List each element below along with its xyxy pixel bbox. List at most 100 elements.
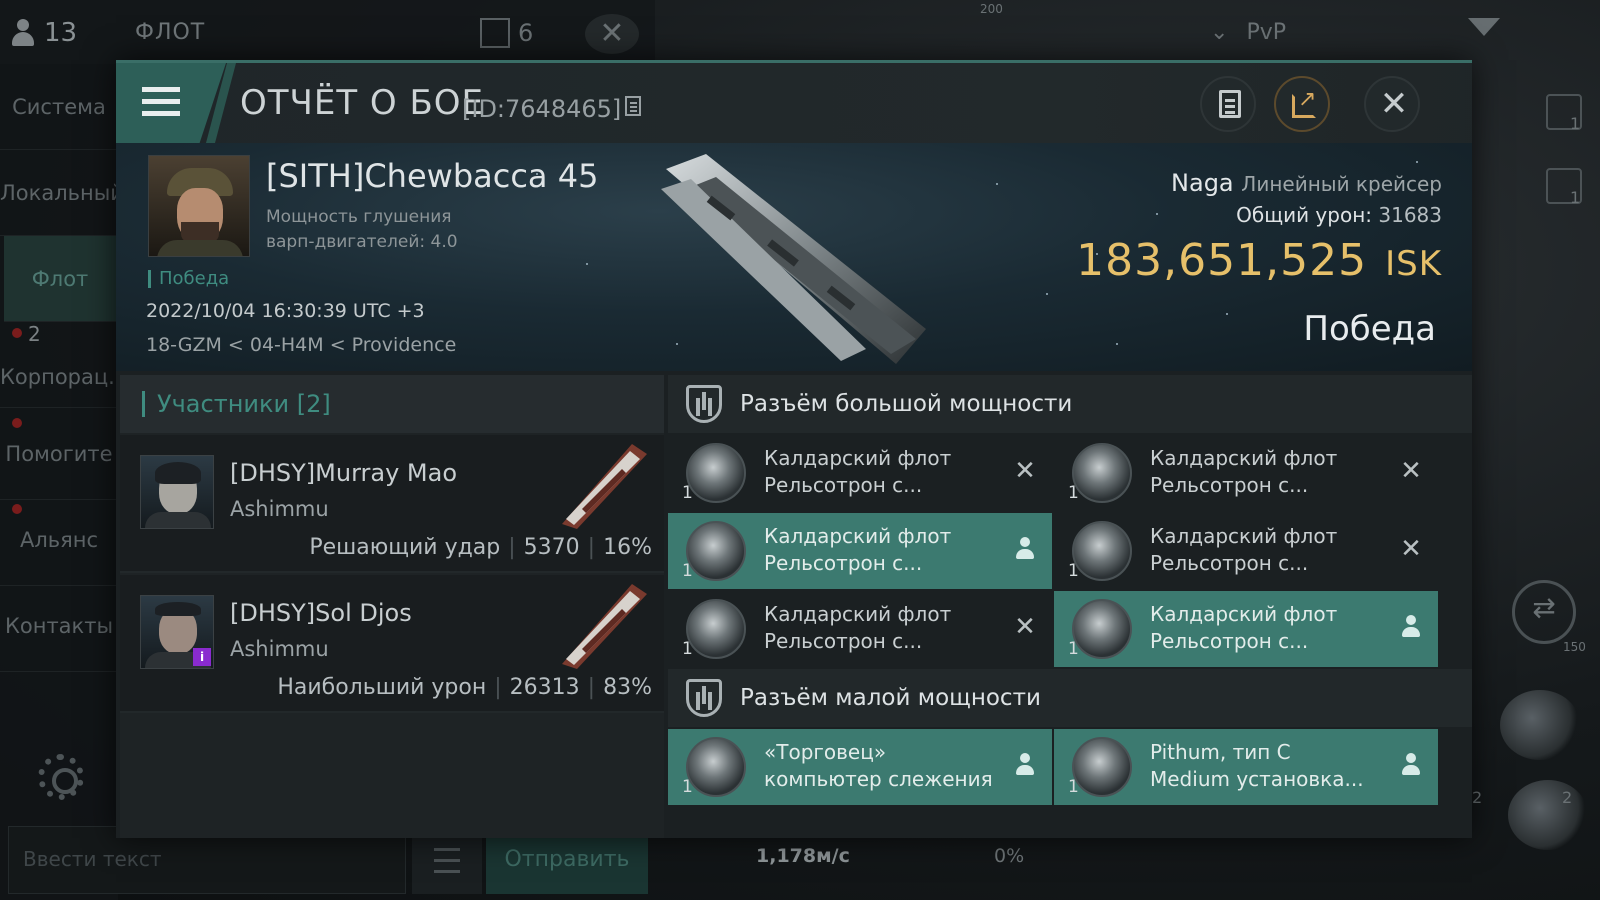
member-count: 13 [10,18,77,48]
destroyed-icon: ✕ [1014,456,1036,486]
location-breadcrumb[interactable]: 18-GZM < 04-H4M < Providence [146,334,456,356]
notification-dot [12,418,22,428]
destroyed-icon: ✕ [1400,456,1422,486]
copy-icon[interactable] [625,96,641,116]
clipboard-button[interactable] [1200,76,1256,132]
participants-panel: Участники [2] [DHSY]Murray Mao Ashimmu Р… [120,375,664,838]
chevron-down-icon: ⌄ [1210,20,1229,45]
module-name: «Торговец» компьютер слежения [764,740,993,791]
ship-thumbnail[interactable] [1508,780,1588,850]
participants-header: Участники [2] [120,375,664,433]
module-item[interactable]: 1 Калдарский флот Рельсотрон с... ✕ [1054,513,1438,589]
page-title: ОТЧЁТ О БОЕ [240,83,485,123]
report-id: [ID:7648465] [462,95,622,123]
gear-icon[interactable] [38,754,84,800]
avatar[interactable] [140,455,214,529]
sidebar-item-system[interactable]: Система [0,64,118,150]
participant-ship-icon [562,584,647,669]
participant-row[interactable]: [DHSY]Murray Mao Ashimmu Решающий удар |… [120,435,664,573]
sidebar-item-fleet[interactable]: Флот [4,236,116,322]
swap-icon[interactable] [1512,580,1576,644]
ship-thumbnail[interactable] [1500,690,1580,760]
pilot-portrait[interactable] [148,155,250,257]
share-button[interactable]: ↗ [1274,76,1330,132]
destroyed-icon: ✕ [1014,612,1036,642]
railgun-icon [1072,599,1132,659]
participant-stats: Наибольший урон | 26313 | 83% [277,675,652,700]
participant-name: [DHSY]Murray Mao [230,459,458,487]
pilot-stat: Мощность глушения варп-двигателей: 4.0 [266,207,458,252]
window-count: 1 [1570,114,1581,133]
module-item[interactable]: 1 Калдарский флот Рельсотрон с... ✕ [668,591,1052,667]
railgun-icon [686,599,746,659]
destroyed-icon: ✕ [1400,534,1422,564]
overview-filter[interactable]: ⌄ PvP [1210,20,1286,45]
close-icon: ✕ [1379,84,1409,124]
scale-label: 200 [980,2,1003,16]
module-item[interactable]: 1 Калдарский флот Рельсотрон с... ✕ [1054,435,1438,511]
railgun-icon [686,443,746,503]
pilot-name[interactable]: [SITH]Chewbacca 45 [266,157,598,195]
total-damage: Общий урон: 31683 [1236,203,1442,227]
module-item[interactable]: 1 «Торговец» компьютер слежения [668,729,1052,805]
chat-close-button[interactable]: ✕ [585,14,639,54]
isk-value: 183,651,525 ISK [1076,235,1442,286]
dropped-icon [1402,753,1420,777]
sidebar-item-local[interactable]: Локальный [0,150,118,236]
module-item[interactable]: 1 Калдарский флот Рельсотрон с... [668,513,1052,589]
dropped-icon [1402,615,1420,639]
module-name: Калдарский флот Рельсотрон с... [1150,602,1338,653]
ship-count-badge: 2 [1472,788,1483,807]
window-count[interactable]: 6 [480,18,533,48]
combat-report-window: ОТЧЁТ О БОЕ [ID:7648465] ↗ ✕ [SITH]Chewb… [116,60,1472,838]
participant-name: [DHSY]Sol Djos [230,599,412,627]
window-count: 1 [1570,188,1581,207]
notification-dot [12,504,22,514]
module-item-partial[interactable] [668,809,1052,829]
low-slot-header: Разъём малой мощности [668,669,1472,727]
speed-percent: 0% [994,845,1025,867]
clipboard-icon [1219,90,1241,118]
victim-banner: [SITH]Chewbacca 45 Мощность глушения вар… [116,143,1472,371]
window-icon [480,18,510,48]
participant-ship: Ashimmu [230,497,329,521]
railgun-icon [686,521,746,581]
participant-ship: Ashimmu [230,637,329,661]
chat-top-bar: 13 ФЛОТ 6 ✕ [0,0,655,64]
corp-unread-badge: 2 [28,322,41,346]
channel-name: ФЛОТ [135,20,206,45]
tracking-computer-icon [686,737,746,797]
module-name: Калдарский флот Рельсотрон с... [764,524,952,575]
module-name: Калдарский флот Рельсотрон с... [1150,524,1338,575]
railgun-icon [1072,521,1132,581]
module-item[interactable]: 1 Pithum, тип C Medium установка... [1054,729,1438,805]
ship-name[interactable]: Naga Линейный крейсер [1171,169,1442,197]
shield-icon [1072,737,1132,797]
close-button[interactable]: ✕ [1364,76,1420,132]
overview-tab-pvp[interactable]: PvP [1246,20,1286,45]
module-name: Pithum, тип C Medium установка... [1150,740,1364,791]
module-item[interactable]: 1 Калдарский флот Рельсотрон с... [1054,591,1438,667]
speed-readout: 1,178м/с [756,845,850,867]
avatar[interactable]: i [140,595,214,669]
high-slot-icon [686,385,722,423]
module-item-partial[interactable] [1054,809,1438,829]
info-badge: i [193,648,211,666]
participant-stats: Решающий удар | 5370 | 16% [309,535,652,560]
dropped-icon [1016,753,1034,777]
sidebar-item-contacts[interactable]: Контакты [0,586,118,672]
ship-count-badge: 2 [1562,788,1573,807]
notification-dot [12,328,22,338]
participant-ship-icon [562,444,647,529]
dropped-icon [1016,537,1034,561]
module-name: Калдарский флот Рельсотрон с... [764,446,952,497]
module-name: Калдарский флот Рельсотрон с... [1150,446,1338,497]
module-item[interactable]: 1 Калдарский флот Рельсотрон с... ✕ [668,435,1052,511]
scale-label: 150 [1563,640,1586,654]
filter-icon[interactable] [1468,18,1504,50]
ship-render[interactable] [646,149,946,369]
report-header: ОТЧЁТ О БОЕ [ID:7648465] ↗ ✕ [116,63,1472,143]
participant-row[interactable]: i [DHSY]Sol Djos Ashimmu Наибольший урон… [120,575,664,713]
timestamp: 2022/10/04 16:30:39 UTC +3 [146,300,425,322]
low-slot-icon [686,679,722,717]
